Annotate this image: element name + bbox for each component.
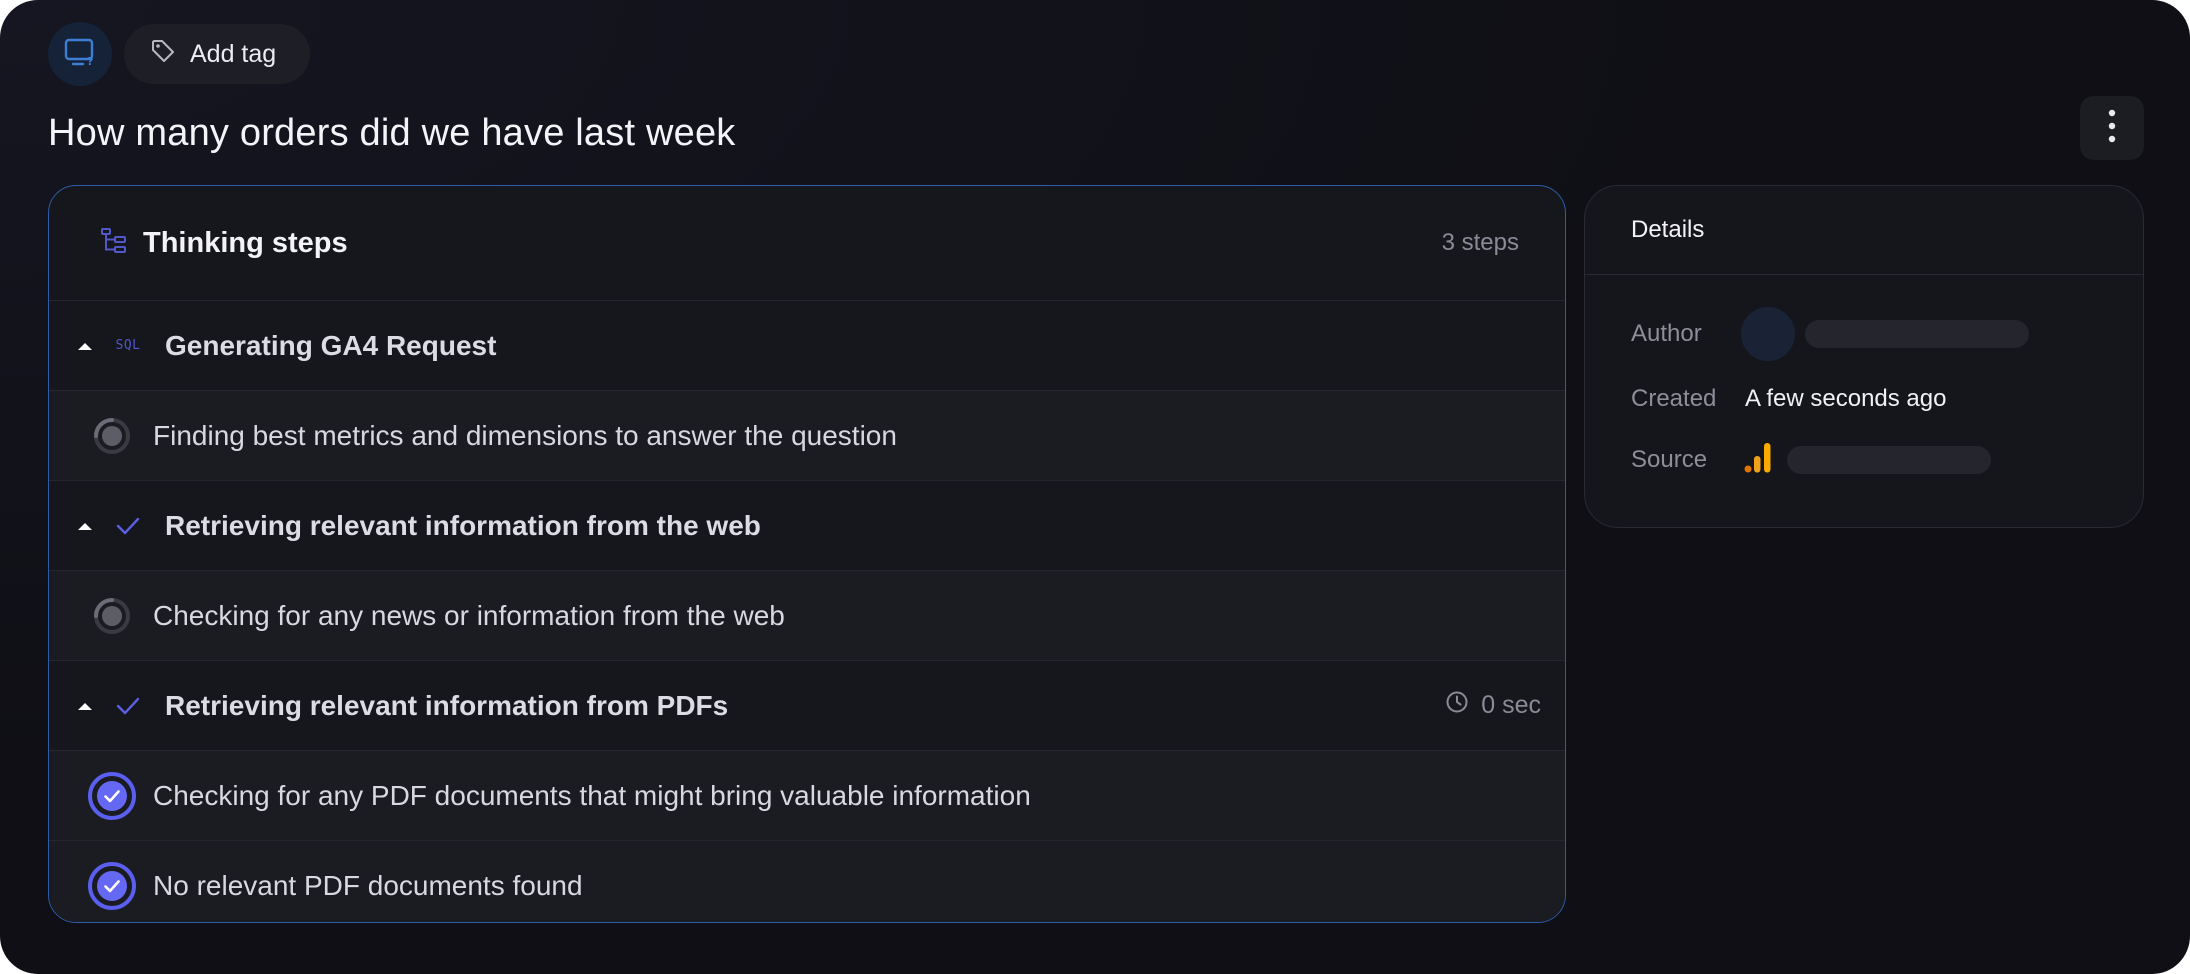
- more-options-button[interactable]: [2080, 96, 2144, 160]
- collapse-caret-icon[interactable]: [71, 701, 99, 711]
- step-duration-value: 0 sec: [1481, 691, 1541, 719]
- step-group-label: Retrieving relevant information from the…: [165, 509, 761, 541]
- created-row: Created A few seconds ago: [1631, 384, 1946, 414]
- tree-structure-icon: [99, 226, 129, 261]
- source-label: Source: [1631, 446, 1708, 473]
- vertical-ellipsis-icon: [2108, 109, 2116, 148]
- details-panel: Details Author Created A few seconds ago…: [1584, 185, 2144, 528]
- substep-label: Checking for any news or information fro…: [153, 599, 785, 631]
- step-group-label: Retrieving relevant information from PDF…: [165, 689, 729, 721]
- thinking-steps-title: Thinking steps: [143, 226, 348, 259]
- collapse-caret-icon[interactable]: [71, 521, 99, 531]
- pending-status-icon: [87, 411, 137, 461]
- substep-label: Checking for any PDF documents that migh…: [153, 779, 1031, 811]
- topbar: ? Add tag: [48, 22, 311, 86]
- thinking-steps-panel: Thinking steps 3 steps SQL Generating GA…: [48, 185, 1566, 923]
- substep-row: Checking for any news or information fro…: [49, 571, 1565, 661]
- sql-icon: SQL: [115, 338, 141, 353]
- substep-label: Finding best metrics and dimensions to a…: [153, 419, 897, 451]
- app-frame: ? Add tag How many orders did we have la…: [0, 0, 2190, 974]
- step-group-header[interactable]: Retrieving relevant information from the…: [49, 481, 1565, 571]
- step-duration: 0 sec: [1445, 690, 1541, 721]
- step-group-header[interactable]: SQL Generating GA4 Request: [49, 301, 1565, 391]
- google-analytics-icon: [1743, 442, 1773, 479]
- substep-row: Finding best metrics and dimensions to a…: [49, 391, 1565, 481]
- add-tag-button[interactable]: Add tag: [124, 24, 311, 84]
- source-name-placeholder: [1787, 446, 1991, 474]
- check-icon: [107, 696, 149, 716]
- check-icon: [107, 516, 149, 536]
- details-title: Details: [1585, 186, 2143, 275]
- completed-status-icon: [87, 771, 137, 821]
- add-tag-label: Add tag: [190, 39, 277, 68]
- substep-row: No relevant PDF documents found: [49, 841, 1565, 922]
- tag-icon: [150, 38, 176, 71]
- svg-text:?: ?: [87, 55, 93, 67]
- monitor-question-icon: ?: [63, 37, 97, 72]
- created-value: A few seconds ago: [1745, 385, 1947, 412]
- pending-status-icon: [87, 591, 137, 641]
- steps-count: 3 steps: [1441, 229, 1519, 256]
- step-group-label: Generating GA4 Request: [165, 329, 497, 361]
- author-label: Author: [1631, 320, 1702, 347]
- substep-row: Checking for any PDF documents that migh…: [49, 751, 1565, 841]
- thinking-steps-header: Thinking steps 3 steps: [49, 186, 1565, 301]
- author-name-placeholder: [1805, 320, 2029, 348]
- document-type-button[interactable]: ?: [48, 22, 112, 86]
- page-title: How many orders did we have last week: [48, 112, 736, 154]
- author-row: Author: [1631, 307, 2029, 361]
- source-row: Source: [1631, 442, 1991, 479]
- step-group-header[interactable]: Retrieving relevant information from PDF…: [49, 661, 1565, 751]
- created-label: Created: [1631, 385, 1717, 412]
- clock-icon: [1445, 690, 1469, 721]
- completed-status-icon: [87, 861, 137, 911]
- avatar: [1741, 307, 1795, 361]
- collapse-caret-icon[interactable]: [71, 341, 99, 351]
- substep-label: No relevant PDF documents found: [153, 869, 583, 901]
